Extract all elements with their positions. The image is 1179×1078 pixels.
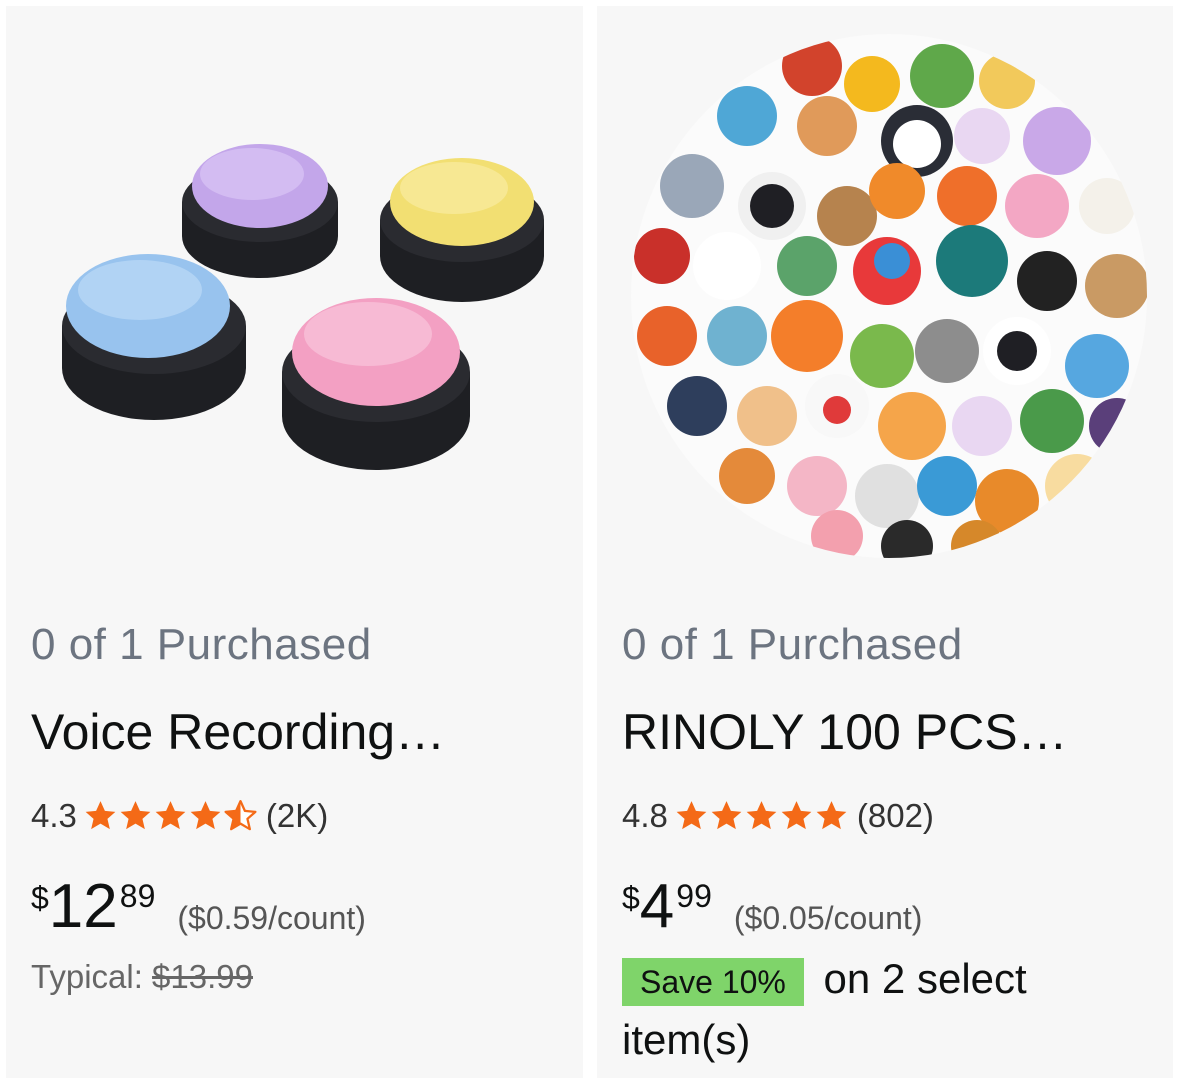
price-whole: 12 — [48, 872, 118, 941]
unit-price: ($0.05/count) — [733, 900, 923, 936]
star-icon — [816, 801, 847, 830]
price-fraction: 99 — [676, 878, 712, 914]
star-icon — [155, 801, 186, 830]
save-badge: Save 10% — [622, 958, 804, 1006]
price-fraction: 89 — [119, 878, 156, 914]
product-card[interactable]: 0 of 1 Purchased RINOLY 100 PCS… 4.8 (80… — [597, 6, 1173, 1078]
coupon-row[interactable]: Save 10% on 2 select item(s) — [622, 950, 1142, 1069]
half-star-icon — [224, 799, 257, 831]
price: $ 12 89 ($0.59/count) — [31, 866, 366, 946]
price-currency: $ — [31, 880, 49, 916]
purple-button-graphic — [182, 144, 338, 278]
star-icon — [85, 801, 116, 830]
star-rating — [674, 799, 849, 833]
price-currency: $ — [622, 880, 640, 916]
blue-button-graphic — [62, 254, 246, 420]
typical-price-row: Typical: $13.99 — [31, 958, 253, 996]
purchased-status: 0 of 1 Purchased — [31, 620, 372, 669]
pink-button-graphic — [282, 298, 470, 470]
rating-row[interactable]: 4.3 (2K) — [31, 794, 328, 838]
rating-value: 4.8 — [622, 797, 668, 834]
product-title[interactable]: RINOLY 100 PCS… — [622, 703, 1068, 761]
yellow-button-graphic — [380, 158, 544, 302]
price-whole: 4 — [639, 872, 675, 941]
product-card[interactable]: 0 of 1 Purchased Voice Recording… 4.3 (2… — [6, 6, 583, 1078]
star-icon — [746, 801, 777, 830]
star-icon — [781, 801, 812, 830]
star-icon — [190, 801, 221, 830]
review-count: (802) — [856, 797, 934, 834]
review-count: (2K) — [265, 797, 329, 834]
typical-label: Typical: — [31, 958, 153, 995]
star-icon — [711, 801, 742, 830]
product-image[interactable] — [597, 6, 1173, 586]
star-rating — [83, 799, 258, 833]
product-title[interactable]: Voice Recording… — [31, 703, 445, 761]
product-image[interactable] — [6, 6, 583, 586]
price: $ 4 99 ($0.05/count) — [622, 866, 922, 946]
star-icon — [676, 801, 707, 830]
typical-price: $13.99 — [152, 958, 253, 995]
rating-value: 4.3 — [31, 797, 77, 834]
rating-row[interactable]: 4.8 (802) — [622, 794, 934, 838]
purchased-status: 0 of 1 Purchased — [622, 620, 963, 669]
unit-price: ($0.59/count) — [177, 900, 366, 936]
star-icon — [120, 801, 151, 830]
